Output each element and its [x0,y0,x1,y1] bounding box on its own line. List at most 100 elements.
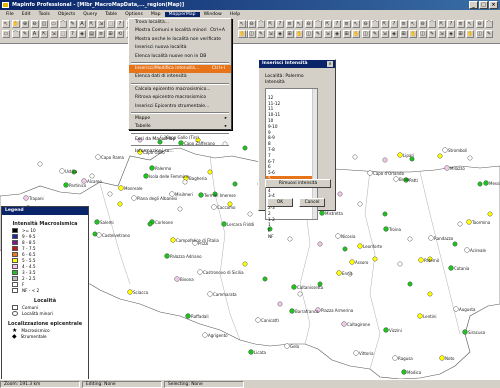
toolbar-button[interactable]: ⌒ [371,20,379,28]
intensity-point[interactable] [464,247,470,253]
toolbar-button[interactable]: ⌒ [257,20,265,28]
toolbar-button[interactable]: ◫ [247,30,256,38]
intensity-point[interactable] [198,192,204,198]
intensity-point[interactable] [291,284,297,290]
intensity-point[interactable] [407,281,413,287]
toolbar-button[interactable]: ⊖ [247,20,256,28]
toolbar-button[interactable]: ⊞ [106,30,115,38]
menu-query[interactable]: Query [79,12,101,17]
toolbar-button[interactable]: ⊖ [30,20,39,28]
intensity-point[interactable] [59,168,65,174]
toolbar-button[interactable]: ↖ [466,20,474,28]
toolbar-button[interactable]: ⊖ [418,20,427,28]
intensity-point[interactable] [352,154,358,160]
toolbar-button[interactable]: ? [116,20,124,28]
intensity-point[interactable] [284,343,290,349]
menu-item[interactable]: Elenca dati di intensità [129,73,231,81]
menu-mappermap[interactable]: MapperMap [164,11,200,17]
intensity-point[interactable] [452,241,458,247]
toolbar-button[interactable]: ⇲ [380,30,389,38]
intensity-point[interactable] [211,204,217,210]
intensity-point[interactable] [418,257,424,263]
intensity-point[interactable] [467,155,473,161]
menu-options[interactable]: Options [121,12,147,17]
intensity-point[interactable] [147,221,153,227]
toolbar-button[interactable]: ▭ [49,20,58,28]
intensity-point[interactable] [487,211,493,217]
toolbar-button[interactable]: ✎ [428,30,436,38]
intensity-point[interactable] [185,313,191,319]
intensity-point[interactable] [107,191,113,197]
remove-intensity-button[interactable]: Rimuovi intensità [265,179,331,188]
toolbar-button[interactable]: ↖ [2,20,10,28]
menu-item[interactable]: Trova località... [129,19,231,27]
toolbar-button[interactable]: ⇱ [40,30,48,38]
toolbar-button[interactable]: ⇱ [266,20,275,28]
intensity-point[interactable] [37,161,43,167]
toolbar-button[interactable]: ⇱ [380,20,389,28]
intensity-point[interactable] [63,182,69,188]
intensity-point[interactable] [317,241,323,247]
toolbar-button[interactable]: ◈ [447,30,455,38]
intensity-point[interactable] [242,261,248,267]
intensity-point[interactable] [182,179,188,185]
toolbar-button[interactable]: ↖ [238,20,246,28]
toolbar-button[interactable]: ◈ [390,30,398,38]
intensity-point[interactable] [23,195,29,201]
intensity-point[interactable] [417,313,423,319]
cancel-button[interactable]: Cancel [299,198,325,207]
intensity-point[interactable] [448,265,454,271]
menu-item[interactable]: Esci da MacroMap [129,136,231,144]
intensity-point[interactable] [149,165,155,171]
toolbar-button[interactable]: ⇲ [437,30,446,38]
intensity-point[interactable] [357,243,363,249]
menu-item[interactable]: Inserisci/Modifica intensità... Ctrl+I [129,64,231,74]
toolbar-button[interactable]: ⇲ [266,30,275,38]
intensity-point[interactable] [367,170,373,176]
intensity-point[interactable] [397,261,403,267]
intensity-point[interactable] [127,289,133,295]
toolbar-button[interactable]: ⊕ [21,20,29,28]
intensity-point[interactable] [397,152,403,158]
menu-item[interactable]: Mostra Comuni e località minori Ctrl+A [129,27,231,35]
close-button[interactable]: × [489,1,498,9]
intensity-point[interactable] [207,169,213,175]
toolbar-button[interactable]: ✋ [466,30,474,38]
toolbar-button[interactable]: ↖ [295,20,303,28]
toolbar-button[interactable]: ✎ [314,30,322,38]
toolbar-button[interactable]: ? [447,20,455,28]
toolbar-button[interactable]: ⌒ [485,20,493,28]
toolbar-button[interactable]: ≡ [97,30,105,38]
intensity-point[interactable] [164,253,170,259]
intensity-point[interactable] [341,321,347,327]
toolbar-button[interactable]: ⇱ [437,20,446,28]
intensity-point[interactable] [462,329,468,335]
toolbar-button[interactable]: ? [390,20,398,28]
toolbar-button[interactable]: ? [68,30,77,38]
intensity-point[interactable] [437,153,443,159]
toolbar-button[interactable]: ✎ [21,30,29,38]
intensity-point[interactable] [94,219,100,225]
intensity-point[interactable] [393,176,399,182]
intensity-point[interactable] [453,306,459,312]
toolbar-button[interactable]: ✋ [295,30,303,38]
close-icon[interactable]: × [327,61,333,67]
toolbar-button[interactable]: ✎ [371,30,379,38]
intensity-point[interactable] [297,291,303,297]
menu-objects[interactable]: Objects [54,12,79,17]
menu-item[interactable]: Inserisci nuova località [129,44,231,52]
menu-window[interactable]: Window [200,12,226,17]
intensity-point[interactable] [92,231,98,237]
toolbar-button[interactable]: ≡ [342,20,351,28]
intensity-point[interactable] [202,332,208,338]
toolbar-button[interactable]: ◫ [304,30,313,38]
toolbar-button[interactable]: ◫ [361,30,370,38]
intensity-point[interactable] [444,165,450,171]
intensity-point[interactable] [118,185,124,191]
intensity-point[interactable] [174,276,180,282]
toolbar-button[interactable]: ⊖ [361,20,370,28]
toolbar-button[interactable]: ⊖ [475,20,484,28]
toolbar-button[interactable]: ↖ [352,20,360,28]
toolbar-button[interactable]: ⇲ [49,30,58,38]
intensity-point[interactable] [289,308,295,314]
